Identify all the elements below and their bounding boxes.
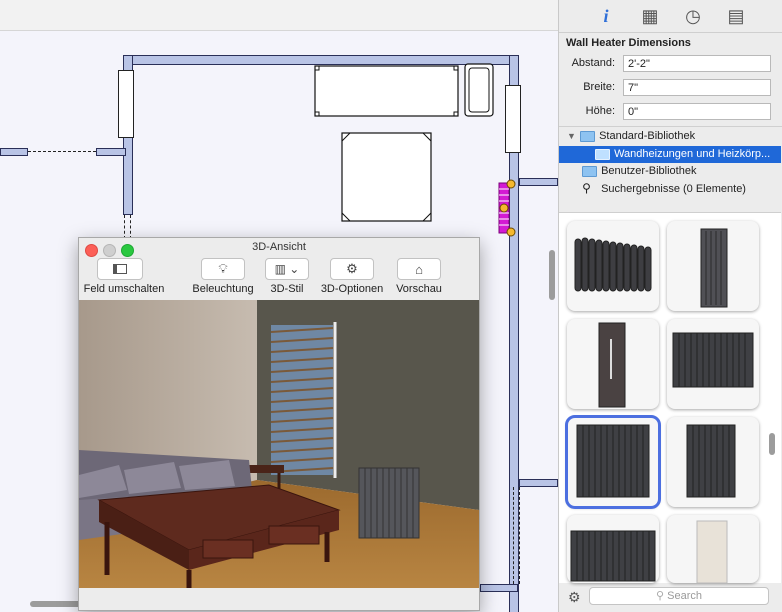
3d-view-window[interactable]: 3D-Ansicht Feld umschalten 💡︎ Beleuchtun… [78,237,480,611]
toolbar-label: 3D-Optionen [320,283,384,295]
lightbulb-icon: 💡︎ [218,261,228,276]
library-item-radiator-long[interactable] [567,515,659,583]
chair-icon[interactable]: ▦ [639,6,661,26]
tree-label: Wandheizungen und Heizkörp... [614,148,771,160]
field-label-hoehe: Höhe: [585,105,615,117]
gear-icon[interactable]: ⚙ [568,589,581,606]
plan-vertical-scrollbar[interactable] [549,250,555,300]
panel-toggle-button[interactable] [97,258,143,280]
disclosure-triangle-icon[interactable]: ▼ [567,128,577,145]
tree-item-wall-heaters[interactable]: Wandheizungen und Heizkörp... [559,146,781,163]
search-input[interactable]: ⚲ Search [589,587,769,605]
paint-bucket-icon: ▥ ⌄ [274,262,300,276]
library-item-radiator-vertical[interactable] [667,221,759,311]
library-item-radiator-column[interactable] [567,221,659,311]
magnifier-icon: ⚲ [582,181,591,195]
3d-render-viewport[interactable] [79,300,479,588]
library-grid [559,212,781,583]
folder-icon [582,165,598,177]
toolbar-label: Beleuchtung [192,283,254,295]
field-label-breite: Breite: [583,81,615,93]
library-scrollbar[interactable] [769,433,775,455]
library-item-radiator-narrow[interactable] [667,417,759,507]
wall-bottom-stub[interactable] [480,584,518,592]
lighting-button[interactable]: 💡︎ [201,258,245,280]
panel-toggle-icon [113,264,127,274]
window-left[interactable] [118,70,134,138]
plan-toolbar-strip [0,0,558,31]
folder-icon [580,130,596,142]
info-icon[interactable]: i [595,6,617,26]
toolbar-label: Vorschau [396,283,442,295]
stopwatch-icon[interactable]: ◷ [682,6,704,26]
door-opening-left [28,151,96,152]
tree-label: Suchergebnisse (0 Elemente) [601,183,746,195]
tree-item-standard-library[interactable]: ▼ Standard-Bibliothek [559,128,781,145]
toolbar-label: Feld umschalten [83,283,165,295]
library-item-radiator-selected[interactable] [565,415,661,509]
wall-left-stub[interactable] [0,148,28,156]
search-placeholder: Search [667,590,702,602]
field-label-abstand: Abstand: [571,57,615,69]
abstand-field[interactable]: 2'-2" [623,55,771,72]
divider [559,126,782,127]
wall-right-stub-upper[interactable] [519,178,558,186]
book-icon[interactable]: ▤ [725,6,747,26]
library-item-radiator-wide[interactable] [667,319,759,409]
sidebar: i ▦ ◷ ▤ Wall Heater Dimensions Abstand: … [558,0,782,612]
3d-style-button[interactable]: ▥ ⌄ [265,258,309,280]
hoehe-field[interactable]: 0" [623,103,771,120]
preview-button[interactable]: ⌂ [397,258,441,280]
tree-label: Standard-Bibliothek [599,130,696,142]
toolbar-label: 3D-Stil [270,283,304,295]
section-title: Wall Heater Dimensions [566,37,691,49]
3d-options-button[interactable]: ⚙ [330,258,374,280]
tree-item-user-library[interactable]: Benutzer-Bibliothek [559,163,781,180]
furniture-outlines[interactable] [310,60,510,225]
search-icon: ⚲ [656,590,668,602]
door-opening-right-2 [519,487,520,584]
tree-label: Benutzer-Bibliothek [601,165,697,177]
library-item-panel-heater[interactable] [567,319,659,409]
breite-field[interactable]: 7" [623,79,771,96]
wall-mid-stub[interactable] [96,148,126,156]
tree-item-search-results[interactable]: ⚲ Suchergebnisse (0 Elemente) [559,180,781,197]
house-icon: ⌂ [415,261,423,277]
wall-right-stub-lower[interactable] [519,479,558,487]
folder-icon [595,148,611,160]
door-opening-left-vertical-2 [130,215,131,239]
door-opening-left-vertical [124,215,125,239]
selected-wall-heater[interactable] [495,175,519,239]
sidebar-tab-bar: i ▦ ◷ ▤ [559,0,782,33]
library-item-panel-white[interactable] [667,515,759,583]
gear-icon: ⚙ [346,261,358,276]
door-opening-right [513,487,514,584]
window-title: 3D-Ansicht [252,241,306,253]
